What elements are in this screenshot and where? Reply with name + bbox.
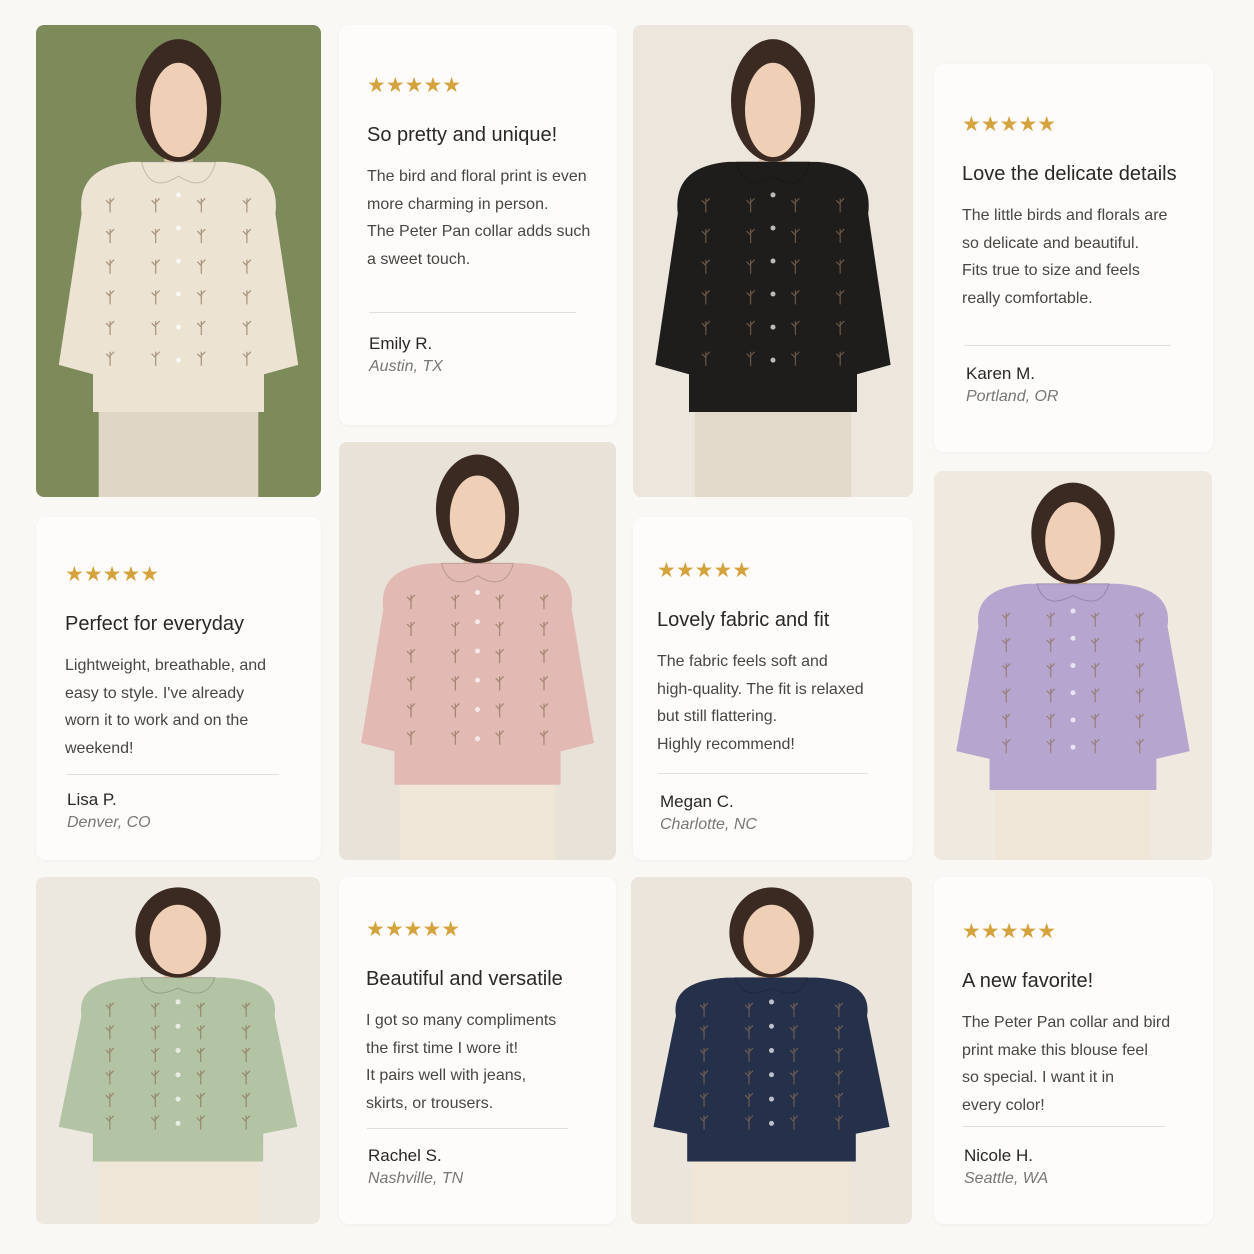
review-title: A new favorite! [962,970,1094,992]
photo-pink-blouse [339,442,616,860]
review-title: Perfect for everyday [65,613,244,635]
reviewer-name: Emily R. [369,334,433,353]
reviewer-location: Nashville, TN [368,1170,464,1187]
pink-blouse-photo [339,442,616,860]
photo-navy-blouse [631,877,912,1224]
photo-black-blouse [633,25,913,497]
reviewer-name: Lisa P. [67,790,117,809]
review-card: ★★★★★ A new favorite! The Peter Pan coll… [934,877,1213,1224]
star-rating-icon: ★★★★★ [962,920,1057,943]
reviewer-location: Seattle, WA [964,1170,1049,1187]
reviewer-location: Austin, TX [369,358,443,375]
black-blouse-photo [633,25,913,497]
review-title: Love the delicate details [962,163,1177,185]
divider [962,1126,1165,1127]
review-card: ★★★★★ Perfect for everyday Lightweight, … [36,517,321,860]
reviewer-name: Karen M. [966,364,1035,383]
review-body: The fabric feels soft and high-quality. … [657,653,864,753]
reviewer-name: Rachel S. [368,1146,442,1165]
review-body: Lightweight, breathable, and easy to sty… [65,657,267,757]
divider [658,773,868,774]
photo-cream-blouse [36,25,321,497]
review-card: ★★★★★ So pretty and unique! The bird and… [339,25,617,425]
review-body: The bird and floral print is even more c… [367,168,591,268]
cream-blouse-photo [36,25,321,497]
reviewer-location: Charlotte, NC [660,816,757,833]
reviewer-location: Denver, CO [67,814,151,831]
star-rating-icon: ★★★★★ [366,918,461,941]
review-body: The little birds and florals are so deli… [962,207,1168,307]
reviewer-location: Portland, OR [966,388,1059,405]
divider [964,345,1171,346]
star-rating-icon: ★★★★★ [65,563,160,586]
reviewer-name: Nicole H. [964,1146,1033,1165]
review-body: I got so many compliments the first time… [366,1012,557,1112]
divider [66,774,279,775]
review-title: Lovely fabric and fit [657,609,830,631]
lavender-blouse-photo [934,471,1212,860]
sage-blouse-photo [36,877,320,1224]
divider [367,1128,568,1129]
review-card: ★★★★★ Beautiful and versatile I got so m… [339,877,616,1224]
review-card: ★★★★★ Lovely fabric and fit The fabric f… [633,517,913,860]
review-card: ★★★★★ Love the delicate details The litt… [934,64,1213,452]
review-body: The Peter Pan collar and bird print make… [962,1014,1171,1114]
star-rating-icon: ★★★★★ [367,74,462,97]
photo-lavender-blouse [934,471,1212,860]
star-rating-icon: ★★★★★ [962,113,1057,136]
divider [369,312,576,313]
reviewer-name: Megan C. [660,792,734,811]
star-rating-icon: ★★★★★ [657,559,752,582]
review-title: Beautiful and versatile [366,968,563,990]
photo-sage-blouse [36,877,320,1224]
review-title: So pretty and unique! [367,124,558,146]
navy-blouse-photo [631,877,912,1224]
